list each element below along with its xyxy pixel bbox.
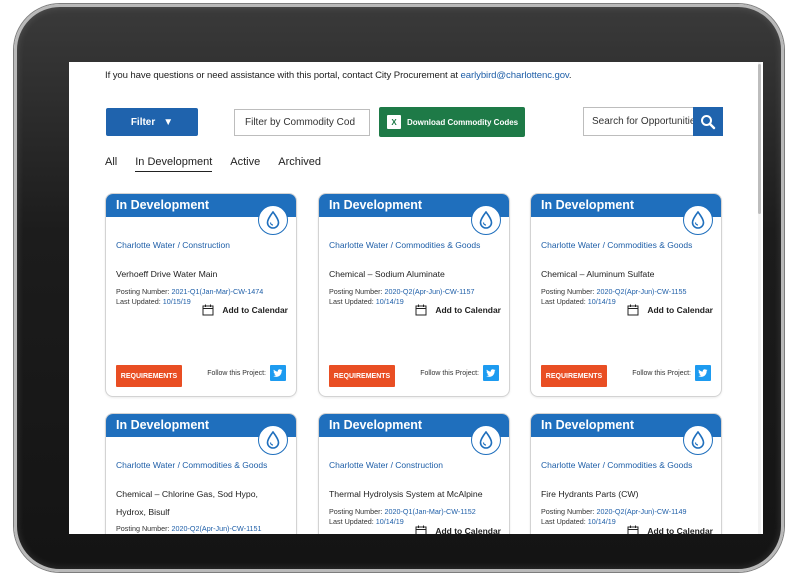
twitter-follow-button[interactable] (270, 365, 286, 381)
tab-active[interactable]: Active (230, 156, 260, 172)
card-updated: Last Updated: 10/14/19 (329, 517, 404, 526)
add-calendar-label: Add to Calendar (222, 305, 288, 315)
card-category-link[interactable]: Charlotte Water / Commodities & Goods (116, 460, 267, 470)
calendar-icon (415, 525, 427, 534)
filter-label: Filter (130, 116, 156, 128)
water-drop-icon (683, 425, 713, 455)
contact-suffix: . (568, 70, 572, 81)
card-title: Thermal Hydrolysis System at McAlpine (329, 489, 483, 499)
requirements-button[interactable]: REQUIREMENTS (541, 365, 607, 387)
water-drop-icon (471, 205, 501, 235)
follow-project: Follow this Project: (207, 365, 286, 381)
card-title: Chemical – Aluminum Sulfate (541, 269, 655, 279)
card-title: Chemical – Sodium Aluminate (329, 269, 445, 279)
water-drop-icon (471, 425, 501, 455)
search-input[interactable]: Search for Opportunitie (583, 107, 695, 136)
add-to-calendar-button[interactable]: Add to Calendar (627, 304, 713, 316)
filter-button[interactable]: Filter ▼ (106, 108, 198, 136)
search-icon (701, 114, 716, 129)
project-card[interactable]: In Development Charlotte Water / Commodi… (530, 413, 722, 534)
card-posting: Posting Number: 2021-Q1(Jan-Mar)-CW-1474 (116, 287, 264, 296)
card-category-link[interactable]: Charlotte Water / Construction (329, 460, 443, 470)
portal-screen: If you have questions or need assistance… (69, 62, 763, 534)
card-posting: Posting Number: 2020-Q2(Apr-Jun)-CW-1157 (329, 287, 475, 296)
download-label: Download Commodity Codes (407, 117, 519, 127)
calendar-icon (627, 304, 639, 316)
card-posting: Posting Number: 2020-Q2(Apr-Jun)-CW-1149 (541, 507, 687, 516)
calendar-icon (415, 304, 427, 316)
twitter-icon (486, 368, 496, 377)
contact-text: If you have questions or need assistance… (105, 70, 461, 81)
posting-number-link[interactable]: 2020-Q2(Apr-Jun)-CW-1157 (385, 287, 475, 296)
card-updated: Last Updated: 10/15/19 (116, 297, 191, 306)
card-posting: Posting Number: 2020-Q1(Jan-Mar)-CW-1152 (329, 507, 476, 516)
posting-number-link[interactable]: 2020-Q2(Apr-Jun)-CW-1151 (172, 524, 262, 533)
card-title: Chemical – Chlorine Gas, Sod Hypo, Hydro… (116, 489, 258, 517)
project-card[interactable]: In Development Charlotte Water / Commodi… (318, 193, 510, 397)
add-to-calendar-button[interactable]: Add to Calendar (627, 525, 713, 534)
twitter-icon (698, 368, 708, 377)
tablet-frame: If you have questions or need assistance… (14, 4, 784, 572)
follow-project: Follow this Project: (420, 365, 499, 381)
posting-number-link[interactable]: 2020-Q2(Apr-Jun)-CW-1155 (597, 287, 687, 296)
add-calendar-label: Add to Calendar (435, 526, 501, 534)
add-calendar-label: Add to Calendar (647, 526, 713, 534)
commodity-filter-input[interactable]: Filter by Commodity Cod (234, 109, 370, 136)
water-drop-icon (683, 205, 713, 235)
water-drop-icon (258, 425, 288, 455)
card-title: Fire Hydrants Parts (CW) (541, 489, 639, 499)
scrollbar-thumb[interactable] (758, 64, 761, 214)
twitter-follow-button[interactable] (695, 365, 711, 381)
tab-archived[interactable]: Archived (278, 156, 321, 172)
card-updated: Last Updated: 10/14/19 (329, 297, 404, 306)
contact-notice: If you have questions or need assistance… (105, 70, 572, 81)
card-updated: Last Updated: 10/14/19 (541, 297, 616, 306)
follow-label: Follow this Project: (632, 369, 691, 377)
card-posting: Posting Number: 2020-Q2(Apr-Jun)-CW-1151 (116, 524, 262, 533)
project-card[interactable]: In Development Charlotte Water / Constru… (105, 193, 297, 397)
project-card[interactable]: In Development Charlotte Water / Commodi… (105, 413, 297, 534)
posting-number-link[interactable]: 2020-Q2(Apr-Jun)-CW-1149 (597, 507, 687, 516)
card-category-link[interactable]: Charlotte Water / Construction (116, 240, 230, 250)
requirements-button[interactable]: REQUIREMENTS (329, 365, 395, 387)
search-value: Search for Opportunitie (592, 116, 695, 127)
follow-project: Follow this Project: (632, 365, 711, 381)
twitter-follow-button[interactable] (483, 365, 499, 381)
card-title: Verhoeff Drive Water Main (116, 269, 218, 279)
search-button[interactable] (693, 107, 723, 136)
add-to-calendar-button[interactable]: Add to Calendar (202, 304, 288, 316)
water-drop-icon (258, 205, 288, 235)
card-category-link[interactable]: Charlotte Water / Commodities & Goods (329, 240, 480, 250)
card-category-link[interactable]: Charlotte Water / Commodities & Goods (541, 240, 692, 250)
download-commodity-codes-button[interactable]: X Download Commodity Codes (379, 107, 525, 137)
tab-in-development[interactable]: In Development (135, 156, 213, 172)
card-updated: Last Updated: 10/14/19 (541, 517, 616, 526)
caret-down-icon: ▼ (163, 116, 174, 128)
add-calendar-label: Add to Calendar (647, 305, 713, 315)
status-tabs: All In Development Active Archived (105, 156, 339, 172)
card-posting: Posting Number: 2020-Q2(Apr-Jun)-CW-1155 (541, 287, 687, 296)
posting-number-link[interactable]: 2020-Q1(Jan-Mar)-CW-1152 (385, 507, 476, 516)
posting-number-link[interactable]: 2021-Q1(Jan-Mar)-CW-1474 (172, 287, 264, 296)
calendar-icon (627, 525, 639, 534)
twitter-icon (273, 368, 283, 377)
add-calendar-label: Add to Calendar (435, 305, 501, 315)
commodity-filter-value: Filter by Commodity Cod (245, 117, 356, 128)
add-to-calendar-button[interactable]: Add to Calendar (415, 525, 501, 534)
follow-label: Follow this Project: (420, 369, 479, 377)
card-category-link[interactable]: Charlotte Water / Commodities & Goods (541, 460, 692, 470)
requirements-button[interactable]: REQUIREMENTS (116, 365, 182, 387)
contact-email-link[interactable]: earlybird@charlottenc.gov (461, 70, 569, 81)
tab-all[interactable]: All (105, 156, 117, 172)
project-card[interactable]: In Development Charlotte Water / Commodi… (530, 193, 722, 397)
follow-label: Follow this Project: (207, 369, 266, 377)
excel-icon: X (387, 115, 401, 129)
calendar-icon (202, 304, 214, 316)
add-to-calendar-button[interactable]: Add to Calendar (415, 304, 501, 316)
project-card[interactable]: In Development Charlotte Water / Constru… (318, 413, 510, 534)
